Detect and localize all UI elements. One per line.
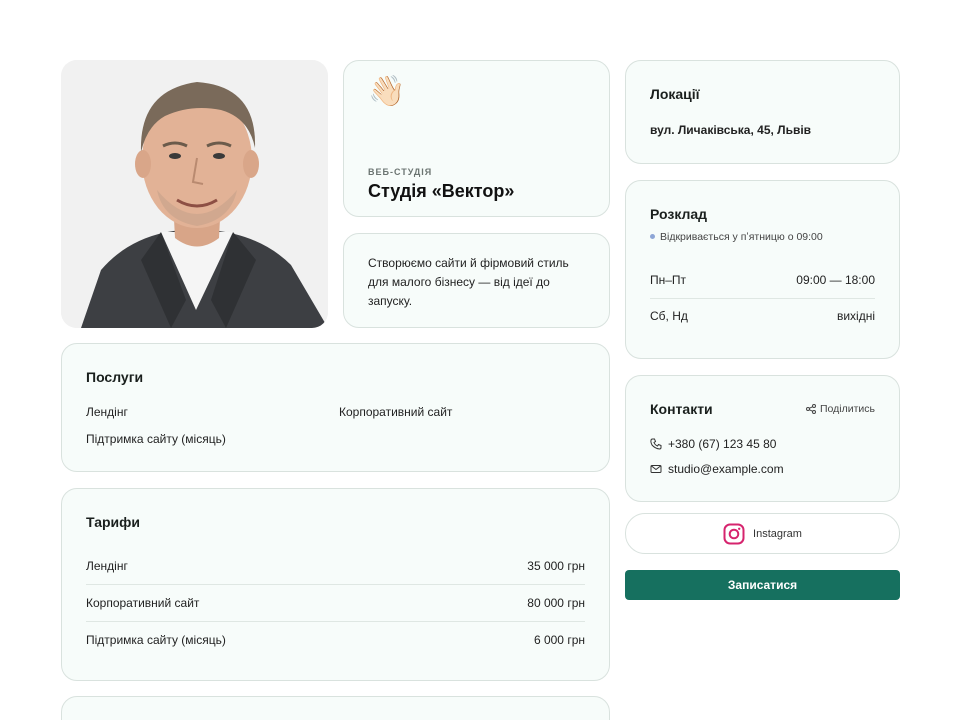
price-value: 80 000 грн bbox=[527, 596, 585, 610]
schedule-title: Розклад bbox=[650, 206, 708, 222]
pricing-card: Тарифи Лендінг 35 000 грн Корпоративний … bbox=[61, 488, 610, 681]
phone-number: +380 (67) 123 45 80 bbox=[668, 437, 777, 451]
share-icon bbox=[805, 404, 816, 414]
waving-hand-icon: 👋🏻 bbox=[368, 75, 406, 108]
service-item: Підтримка сайту (місяць) bbox=[86, 432, 226, 446]
email-address: studio@example.com bbox=[668, 462, 784, 476]
book-button[interactable]: Записатися bbox=[625, 570, 900, 600]
service-item: Корпоративний сайт bbox=[339, 405, 453, 419]
share-label: Поділитись bbox=[819, 403, 875, 415]
locations-card: Локації вул. Личаківська, 45, Львів bbox=[625, 60, 900, 164]
schedule-row: Пн–Пт 09:00 — 18:00 bbox=[650, 273, 875, 287]
divider bbox=[86, 621, 585, 622]
schedule-hours: 09:00 — 18:00 bbox=[796, 273, 875, 287]
schedule-row: Сб, Нд вихідні bbox=[650, 309, 875, 323]
price-value: 6 000 грн bbox=[533, 633, 585, 647]
price-name: Лендінг bbox=[86, 559, 128, 573]
studio-header-card: 👋🏻 ВЕБ-СТУДІЯ Студія «Вектор» bbox=[343, 60, 610, 217]
location-address: вул. Личаківська, 45, Львів bbox=[650, 123, 812, 137]
contacts-title: Контакти bbox=[650, 401, 713, 417]
price-name: Корпоративний сайт bbox=[86, 596, 200, 610]
contacts-card: Контакти Поділитись +380 (67) 123 45 80 … bbox=[625, 375, 900, 502]
next-card bbox=[61, 696, 610, 720]
price-row: Корпоративний сайт 80 000 грн bbox=[86, 596, 585, 610]
instagram-button[interactable]: Instagram bbox=[625, 513, 900, 554]
share-button[interactable]: Поділитись bbox=[805, 403, 875, 415]
phone-link[interactable]: +380 (67) 123 45 80 bbox=[650, 437, 776, 451]
divider bbox=[86, 584, 585, 585]
mail-icon bbox=[650, 465, 662, 473]
profile-photo bbox=[61, 60, 328, 328]
studio-description: Створюємо сайти й фірмовий стиль для мал… bbox=[368, 256, 569, 308]
price-value: 35 000 грн bbox=[527, 559, 585, 573]
price-name: Підтримка сайту (місяць) bbox=[86, 633, 226, 647]
status-dot-icon bbox=[650, 233, 655, 239]
portrait-image bbox=[61, 60, 328, 328]
schedule-hours: вихідні bbox=[836, 309, 875, 323]
service-item: Лендінг bbox=[86, 405, 128, 419]
locations-title: Локації bbox=[650, 86, 700, 102]
schedule-card: Розклад Відкривається у пʼятницю о 09:00… bbox=[625, 180, 900, 359]
instagram-label: Instagram bbox=[753, 527, 802, 540]
studio-name: Студія «Вектор» bbox=[368, 181, 515, 201]
studio-eyebrow: ВЕБ-СТУДІЯ bbox=[368, 167, 433, 177]
email-link[interactable]: studio@example.com bbox=[650, 462, 784, 476]
studio-description-card: Створюємо сайти й фірмовий стиль для мал… bbox=[343, 233, 610, 328]
schedule-status: Відкривається у пʼятницю о 09:00 bbox=[650, 231, 823, 243]
phone-icon bbox=[650, 438, 662, 450]
pricing-title: Тарифи bbox=[86, 514, 141, 530]
services-title: Послуги bbox=[86, 369, 144, 385]
price-row: Підтримка сайту (місяць) 6 000 грн bbox=[86, 633, 585, 647]
schedule-days: Сб, Нд bbox=[650, 309, 688, 323]
schedule-days: Пн–Пт bbox=[650, 273, 687, 287]
price-row: Лендінг 35 000 грн bbox=[86, 559, 585, 573]
instagram-icon bbox=[723, 523, 745, 544]
services-card: Послуги Лендінг Корпоративний сайт Підтр… bbox=[61, 343, 610, 472]
schedule-status-text: Відкривається у пʼятницю о 09:00 bbox=[660, 231, 823, 243]
divider bbox=[650, 298, 875, 299]
